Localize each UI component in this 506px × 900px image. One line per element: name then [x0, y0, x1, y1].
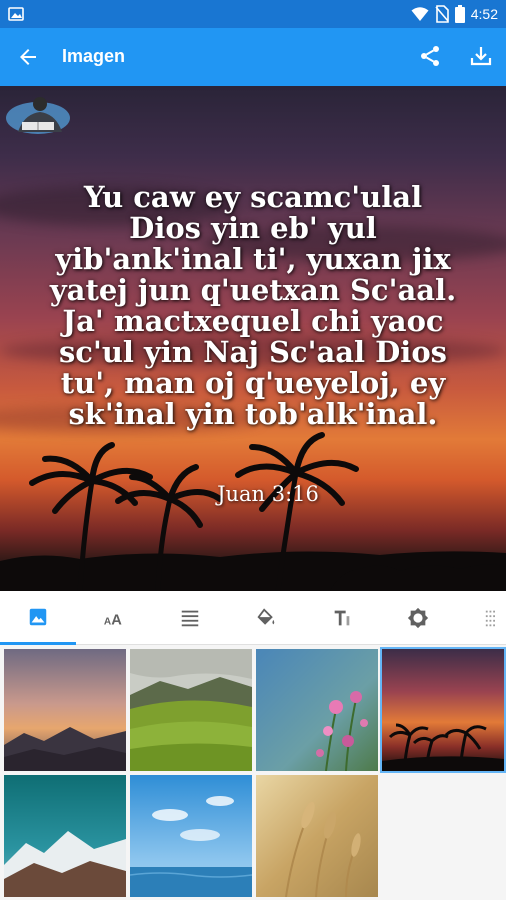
sunset-palm-trees-image [382, 649, 504, 771]
editing-toolbar: A A [0, 591, 506, 645]
tab-text-style[interactable] [304, 591, 380, 645]
tab-texture[interactable] [456, 591, 506, 645]
text-style-icon [334, 610, 350, 626]
app-bar: Imagen [0, 28, 506, 86]
texture-icon [485, 610, 495, 627]
no-sim-icon [435, 5, 449, 23]
ocean-sky-image [130, 775, 252, 897]
status-bar: 4:52 [0, 0, 506, 28]
image-icon [29, 608, 47, 625]
pink-flowers-image [256, 649, 378, 771]
back-arrow-icon[interactable] [16, 45, 40, 69]
download-icon[interactable] [469, 44, 493, 68]
brightness-icon [407, 607, 429, 629]
share-icon[interactable] [418, 44, 442, 68]
fill-color-icon [257, 608, 275, 625]
battery-icon [454, 5, 465, 23]
page-title: Imagen [62, 46, 126, 66]
align-text-icon [181, 610, 199, 627]
green-valley-image [130, 649, 252, 771]
tab-text-align[interactable] [152, 591, 228, 645]
wheat-field-image [256, 775, 378, 897]
status-time: 4:52 [470, 6, 498, 22]
tab-background-image[interactable] [0, 591, 76, 645]
wifi-icon [411, 7, 429, 21]
dusk-mountains-image [4, 649, 126, 771]
background-thumb-dusk-mountains[interactable] [4, 649, 126, 771]
snowy-mountains-image [4, 775, 126, 897]
background-thumb-sunset-palm-trees[interactable] [380, 647, 506, 773]
image-notification-icon [8, 7, 24, 21]
background-grid [0, 645, 506, 900]
background-thumb-snowy-mountains[interactable] [4, 775, 126, 897]
verse-reference: Juan 3:16 [217, 482, 319, 506]
image-preview[interactable]: Yu caw ey scamc'ulal Dios yin eb' yul yi… [0, 86, 506, 591]
background-thumb-wheat-field[interactable] [256, 775, 378, 897]
background-thumb-pink-flowers[interactable] [256, 649, 378, 771]
tab-fill-color[interactable] [228, 591, 304, 645]
font-size-icon: A A [104, 612, 122, 628]
background-thumb-green-valley[interactable] [130, 649, 252, 771]
tab-brightness[interactable] [380, 591, 456, 645]
tab-font-size[interactable]: A A [76, 591, 152, 645]
app-logo [6, 97, 70, 134]
verse-text: Yu caw ey scamc'ulal Dios yin eb' yul yi… [49, 180, 457, 431]
background-thumb-ocean-sky[interactable] [130, 775, 252, 897]
svg-text:A: A [111, 612, 122, 628]
